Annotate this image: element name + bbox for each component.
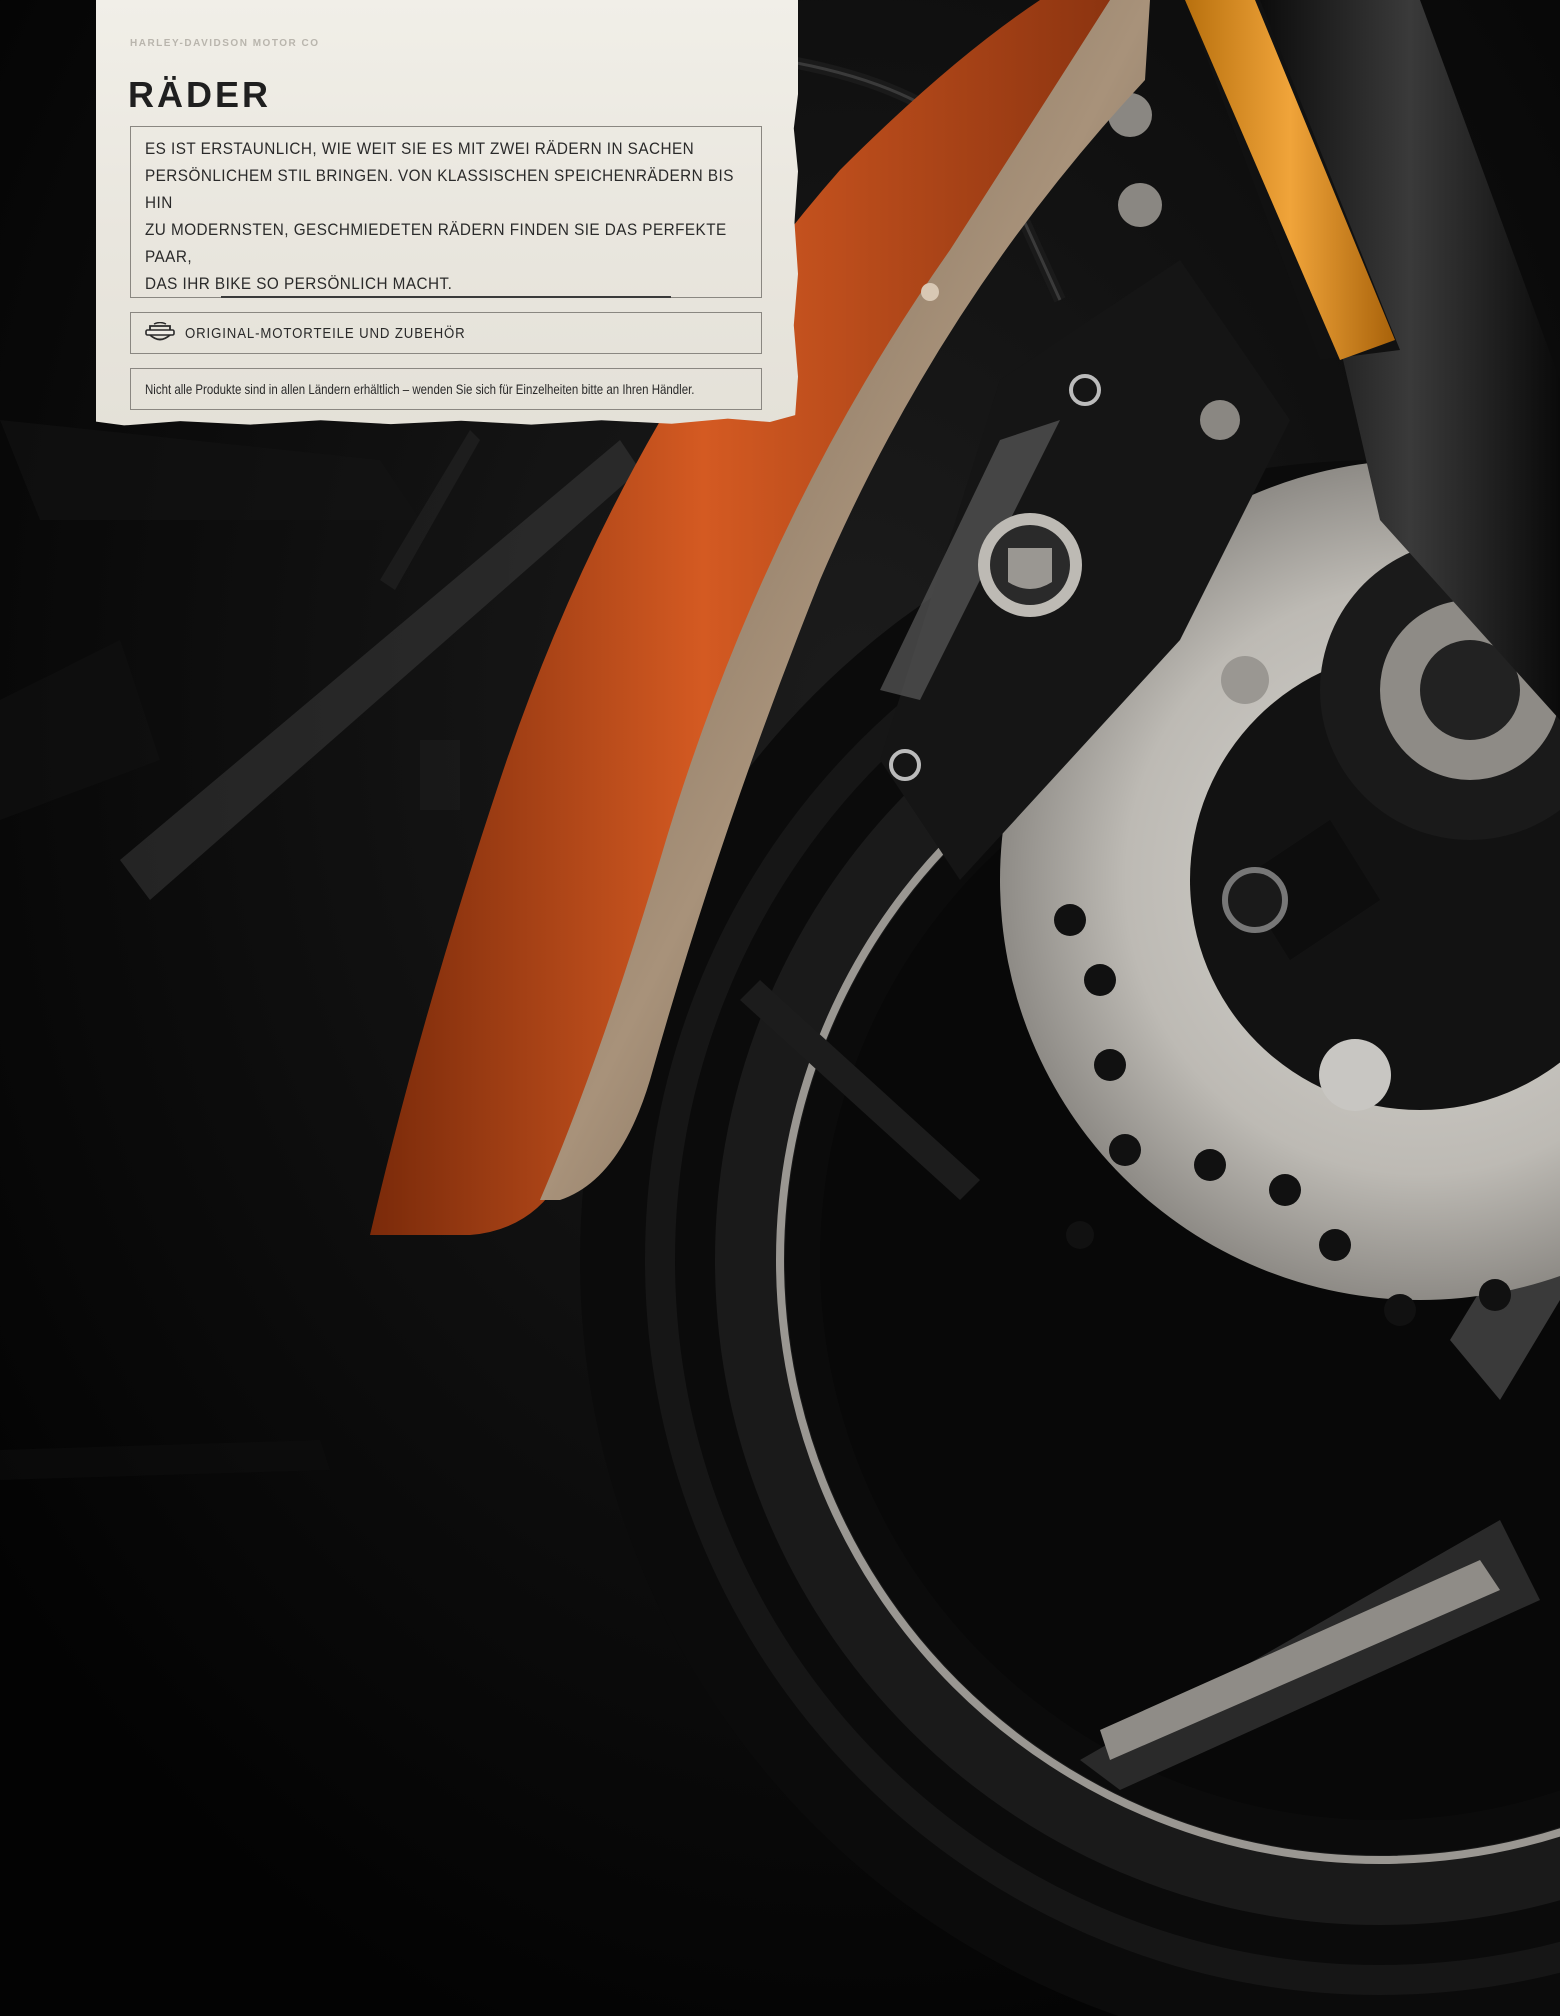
availability-box: Nicht alle Produkte sind in allen Länder… <box>130 368 762 410</box>
parts-box: ORIGINAL-MOTORTEILE UND ZUBEHÖR <box>130 312 762 354</box>
availability-note: Nicht alle Produkte sind in allen Länder… <box>145 381 695 397</box>
intro-line: PERSÖNLICHEM STIL BRINGEN. VON KLASSISCH… <box>145 166 734 212</box>
intro-text: ES IST ERSTAUNLICH, WIE WEIT SIE ES MIT … <box>145 135 748 297</box>
brand-header: HARLEY-DAVIDSON MOTOR CO <box>130 38 320 49</box>
intro-line: ES IST ERSTAUNLICH, WIE WEIT SIE ES MIT … <box>145 139 695 158</box>
intro-line: DAS IHR BIKE SO PERSÖNLICH MACHT. <box>145 274 453 293</box>
intro-line: ZU MODERNSTEN, GESCHMIEDETEN RÄDERN FIND… <box>145 220 727 266</box>
intro-box: ES IST ERSTAUNLICH, WIE WEIT SIE ES MIT … <box>130 126 762 298</box>
page-title: RÄDER <box>128 74 272 115</box>
parts-label: ORIGINAL-MOTORTEILE UND ZUBEHÖR <box>185 325 466 342</box>
divider <box>221 296 671 298</box>
bar-and-shield-icon <box>145 322 175 341</box>
info-card: HARLEY-DAVIDSON MOTOR CO RÄDER ES IST ER… <box>96 0 798 426</box>
